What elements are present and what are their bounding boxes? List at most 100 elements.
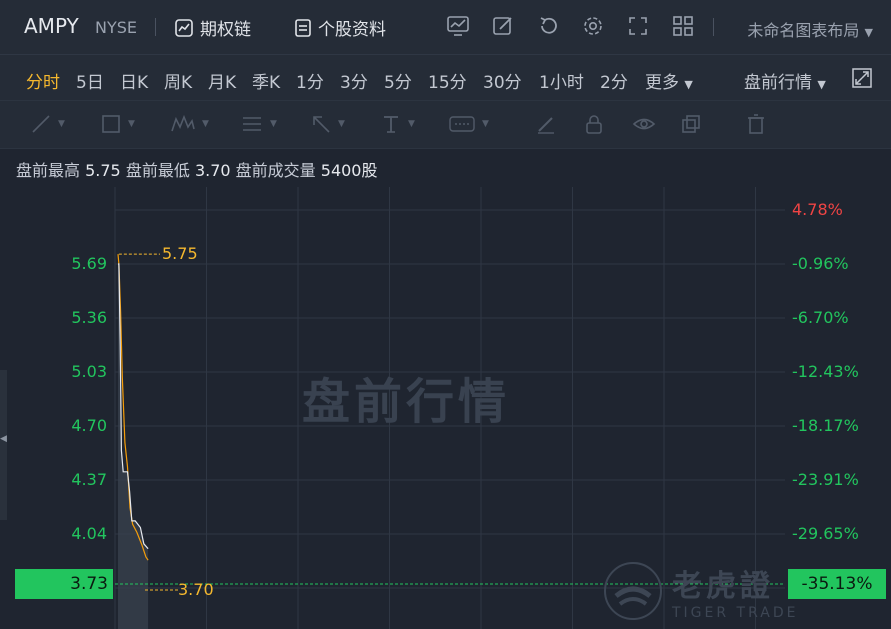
tab-quarter-k[interactable]: 季K	[252, 68, 280, 93]
text-icon	[384, 116, 398, 133]
options-chain-label: 期权链	[200, 20, 251, 40]
wave-icon	[171, 114, 195, 132]
y-axis-left-label: 4.04	[71, 524, 107, 543]
price-chart[interactable]: 5.69 5.36 5.03 4.70 4.37 4.04 4.78% -0.9…	[0, 187, 891, 629]
high-label: 盘前最高	[16, 161, 81, 180]
y-axis-right-label: 4.78%	[792, 200, 843, 219]
price-area	[118, 264, 149, 629]
rectangle-icon	[102, 115, 120, 133]
delete-tool[interactable]	[746, 113, 766, 135]
exchange-label: NYSE	[95, 18, 138, 37]
max-price-label: 5.75	[162, 244, 198, 263]
y-axis-right-label: -23.91%	[792, 470, 859, 489]
caret-down-icon: ▼	[408, 119, 415, 129]
premarket-info: 盘前最高 5.75 盘前最低 3.70 盘前成交量 5400股	[16, 157, 378, 181]
low-value: 3.70	[194, 161, 231, 180]
y-axis-left-label: 5.36	[71, 308, 107, 327]
tab-30min[interactable]: 30分	[483, 68, 522, 93]
refresh-icon[interactable]	[535, 13, 561, 39]
tab-3min[interactable]: 3分	[340, 68, 368, 93]
copy-icon	[682, 115, 700, 133]
session-label: 盘前行情	[744, 73, 812, 93]
more-dropdown[interactable]: 更多 ▼	[645, 68, 693, 93]
pen-tool[interactable]	[535, 113, 557, 135]
y-axis-right-label: -6.70%	[792, 308, 849, 327]
brand-en: TIGER TRADE	[672, 605, 799, 621]
trendline-icon	[32, 115, 50, 133]
caret-down-icon: ▼	[128, 119, 135, 129]
watermark-text: 盘前行情	[302, 374, 511, 430]
grid-layout-icon[interactable]	[670, 13, 696, 39]
chart-line-icon	[175, 18, 193, 37]
current-change-tag: -35.13%	[788, 569, 886, 599]
tab-week-k[interactable]: 周K	[164, 68, 192, 93]
options-chain-button[interactable]: 期权链	[174, 15, 251, 40]
current-price-tag: 3.73	[15, 569, 113, 599]
low-label: 盘前最低	[125, 161, 190, 180]
tab-timeshare[interactable]: 分时	[26, 68, 60, 93]
session-dropdown[interactable]: 盘前行情 ▼	[744, 68, 826, 93]
ticker-symbol[interactable]: AMPY	[24, 14, 79, 38]
fullscreen-icon[interactable]	[625, 13, 651, 39]
number-label-icon	[449, 116, 475, 132]
edit-icon[interactable]	[490, 13, 516, 39]
tab-15min[interactable]: 15分	[428, 68, 467, 93]
high-value: 5.75	[85, 161, 121, 180]
caret-down-icon: ▼	[817, 78, 826, 91]
y-axis-right-label: -12.43%	[792, 362, 859, 381]
label-tool[interactable]: ▼	[448, 113, 489, 135]
tiger-trade-logo: 老虎證 TIGER TRADE	[602, 560, 798, 622]
caret-down-icon: ▼	[482, 119, 489, 129]
top-toolbar: AMPY NYSE 期权链 个股资料 未命名图表布局 ▼	[0, 0, 891, 55]
text-tool[interactable]: ▼	[380, 113, 415, 135]
caret-down-icon: ▼	[684, 78, 693, 91]
y-axis-right-label: -0.96%	[792, 254, 849, 273]
trendline-tool[interactable]: ▼	[30, 113, 65, 135]
settings-gear-icon[interactable]	[580, 13, 606, 39]
copy-tool[interactable]	[680, 113, 702, 135]
lock-icon	[586, 115, 602, 134]
profile-button[interactable]: 个股资料	[294, 15, 386, 40]
eye-icon	[632, 118, 656, 130]
caret-down-icon: ▼	[202, 119, 209, 129]
drawing-toolbar: ▼ ▼ ▼ ▼ ▼ ▼ ▼	[0, 100, 891, 149]
fibonacci-icon	[243, 117, 261, 131]
expand-icon[interactable]	[851, 67, 873, 93]
volume-value: 5400股	[320, 161, 378, 180]
tab-2min[interactable]: 2分	[600, 68, 628, 93]
fib-tool[interactable]: ▼	[240, 113, 277, 135]
tab-1min[interactable]: 1分	[296, 68, 324, 93]
visibility-tool[interactable]	[632, 113, 656, 135]
indicator-icon[interactable]	[445, 13, 471, 39]
more-label: 更多	[645, 73, 679, 93]
profile-label: 个股资料	[318, 20, 386, 40]
lock-tool[interactable]	[584, 113, 604, 135]
y-axis-right-label: -29.65%	[792, 524, 859, 543]
layout-name: 未命名图表布局	[747, 21, 860, 40]
trash-icon	[748, 114, 764, 134]
tab-month-k[interactable]: 月K	[208, 68, 236, 93]
tab-1hour[interactable]: 1小时	[539, 68, 584, 93]
y-axis-left-label: 5.03	[71, 362, 107, 381]
min-price-label: 3.70	[178, 580, 214, 599]
caret-down-icon: ▼	[270, 119, 277, 129]
y-axis-left-label: 4.37	[71, 470, 107, 489]
caret-down-icon: ▼	[338, 119, 345, 129]
layout-dropdown[interactable]: 未命名图表布局 ▼	[747, 17, 873, 41]
arrow-tool[interactable]: ▼	[310, 113, 345, 135]
caret-down-icon: ▼	[58, 119, 65, 129]
volume-label: 盘前成交量	[235, 161, 316, 180]
divider	[155, 18, 156, 36]
tab-5min[interactable]: 5分	[384, 68, 412, 93]
wave-tool[interactable]: ▼	[170, 113, 209, 135]
rectangle-tool[interactable]: ▼	[100, 113, 135, 135]
arrow-icon	[313, 116, 330, 133]
caret-down-icon: ▼	[864, 26, 873, 39]
brand-cn: 老虎證	[672, 569, 774, 604]
y-axis-left-label: 5.69	[71, 254, 107, 273]
tab-5day[interactable]: 5日	[76, 68, 104, 93]
tab-day-k[interactable]: 日K	[120, 68, 148, 93]
y-axis-right-label: -18.17%	[792, 416, 859, 435]
y-axis-left-label: 4.70	[71, 416, 107, 435]
pen-icon	[538, 117, 554, 134]
